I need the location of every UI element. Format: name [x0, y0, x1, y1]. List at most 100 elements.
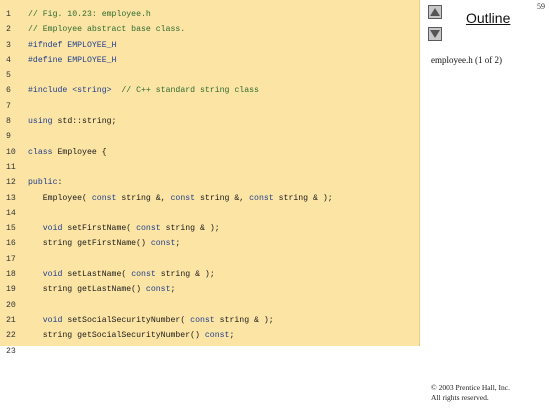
code-line: 18 void setLastName( const string & );	[6, 267, 416, 282]
code-token-keyword: class	[28, 147, 53, 157]
code-token-keyword: const	[136, 224, 161, 234]
code-token-preproc: #define EMPLOYEE_H	[28, 55, 117, 65]
code-line: 20	[6, 298, 416, 313]
code-text: string getLastName() const;	[28, 282, 176, 297]
copyright-line-1: © 2003 Prentice Hall, Inc.	[431, 383, 511, 392]
code-line: 1 // Fig. 10.23: employee.h	[6, 7, 416, 22]
code-line: 17	[6, 252, 416, 267]
code-text: void setLastName( const string & );	[28, 267, 215, 282]
line-number: 16	[6, 239, 16, 249]
code-line: 22 string getSocialSecurityNumber() cons…	[6, 328, 416, 343]
code-token-keyword: const	[150, 239, 176, 249]
line-number: 7	[6, 101, 11, 111]
code-token-plain: string & );	[160, 224, 220, 234]
code-token-plain: string getSocialSecurityNumber()	[28, 331, 205, 341]
code-token-keyword: public	[28, 178, 58, 188]
code-token-plain: setFirstName(	[62, 224, 137, 234]
slide-number: 59	[537, 2, 545, 11]
code-token-keyword: void	[42, 224, 63, 234]
code-token-plain: setSocialSecurityNumber(	[62, 315, 191, 325]
code-line: 13 Employee( const string &, const strin…	[6, 191, 416, 206]
code-line: 9	[6, 129, 416, 144]
code-line: 19 string getLastName() const;	[6, 282, 416, 297]
code-text: Employee( const string &, const string &…	[28, 191, 333, 206]
code-token-plain: string &,	[195, 193, 250, 203]
code-token-preproc: #include <string>	[28, 86, 112, 96]
code-text: void setSocialSecurityNumber( const stri…	[28, 313, 274, 328]
line-number: 20	[6, 300, 16, 310]
code-text: string getFirstName() const;	[28, 236, 181, 251]
line-number: 19	[6, 285, 16, 295]
copyright-line-2: All rights reserved.	[431, 392, 489, 402]
code-token-keyword: const	[249, 193, 274, 203]
code-token-plain: ;	[170, 285, 176, 295]
outline-link[interactable]: Outline	[466, 10, 510, 26]
code-line: 21 void setSocialSecurityNumber( const s…	[6, 313, 416, 328]
previous-slide-button[interactable]	[428, 5, 442, 19]
code-text: #include <string> // C++ standard string…	[28, 83, 259, 98]
line-number: 22	[6, 331, 16, 341]
code-line: 7	[6, 99, 416, 114]
up-arrow-icon	[430, 8, 440, 16]
code-token-plain: string & );	[214, 315, 274, 325]
line-number: 23	[6, 346, 16, 356]
code-token-keyword: const	[190, 315, 215, 325]
code-token-comment: // C++ standard string class	[111, 86, 259, 96]
code-token-plain: Employee {	[52, 147, 107, 157]
down-arrow-icon	[430, 30, 440, 38]
line-number: 14	[6, 208, 16, 218]
code-token-keyword: void	[42, 270, 63, 280]
line-number: 18	[6, 270, 16, 280]
code-line: 5	[6, 68, 416, 83]
code-text: public:	[28, 175, 62, 190]
code-line: 11	[6, 160, 416, 175]
code-text: void setFirstName( const string & );	[28, 221, 220, 236]
code-token-plain: string & );	[155, 270, 215, 280]
code-token-plain: :	[57, 178, 63, 188]
code-token-plain: string getLastName()	[28, 285, 146, 295]
code-line: 16 string getFirstName() const;	[6, 236, 416, 251]
code-token-plain: string &,	[116, 193, 171, 203]
line-number: 6	[6, 86, 11, 96]
code-text: #ifndef EMPLOYEE_H	[28, 38, 116, 53]
line-number: 8	[6, 117, 11, 127]
line-number: 11	[6, 162, 16, 172]
code-token-keyword: const	[204, 331, 230, 341]
line-number: 5	[6, 71, 11, 81]
code-text: // Employee abstract base class.	[28, 22, 185, 37]
next-slide-button[interactable]	[428, 27, 442, 41]
code-line: 12 public:	[6, 175, 416, 190]
code-line: 14	[6, 206, 416, 221]
file-caption: employee.h (1 of 2)	[431, 55, 502, 65]
code-token-plain: ;	[229, 331, 235, 341]
code-text: class Employee {	[28, 145, 107, 160]
code-token-comment: // Employee abstract base class.	[28, 25, 186, 35]
code-token-plain: std::string;	[52, 117, 117, 127]
line-number: 10	[6, 147, 16, 157]
code-token-preproc: #ifndef EMPLOYEE_H	[28, 40, 117, 50]
code-line: 23	[6, 344, 416, 359]
code-token-keyword: const	[91, 193, 117, 203]
code-token-keyword: void	[42, 315, 63, 325]
code-line: 6 #include <string> // C++ standard strin…	[6, 83, 416, 98]
code-text: // Fig. 10.23: employee.h	[28, 7, 151, 22]
code-token-keyword: const	[145, 285, 171, 295]
code-line: 15 void setFirstName( const string & );	[6, 221, 416, 236]
line-number: 12	[6, 178, 16, 188]
code-listing-panel: 1 // Fig. 10.23: employee.h 2 // Employee a…	[0, 0, 420, 356]
code-token-plain: string & );	[273, 193, 333, 203]
code-line: 3 #ifndef EMPLOYEE_H	[6, 38, 416, 53]
line-number: 1	[6, 10, 11, 19]
code-text: string getSocialSecurityNumber() const;	[28, 328, 235, 343]
code-line: 10 class Employee {	[6, 145, 416, 160]
code-token-plain: string getFirstName()	[28, 239, 151, 249]
line-number: 17	[6, 254, 16, 264]
code-token-keyword: using	[28, 117, 53, 127]
code-line: 2 // Employee abstract base class.	[6, 22, 416, 37]
line-number: 9	[6, 132, 11, 142]
code-token-comment: // Fig. 10.23: employee.h	[28, 10, 151, 19]
line-number: 3	[6, 40, 11, 50]
code-line: 8 using std::string;	[6, 114, 416, 129]
